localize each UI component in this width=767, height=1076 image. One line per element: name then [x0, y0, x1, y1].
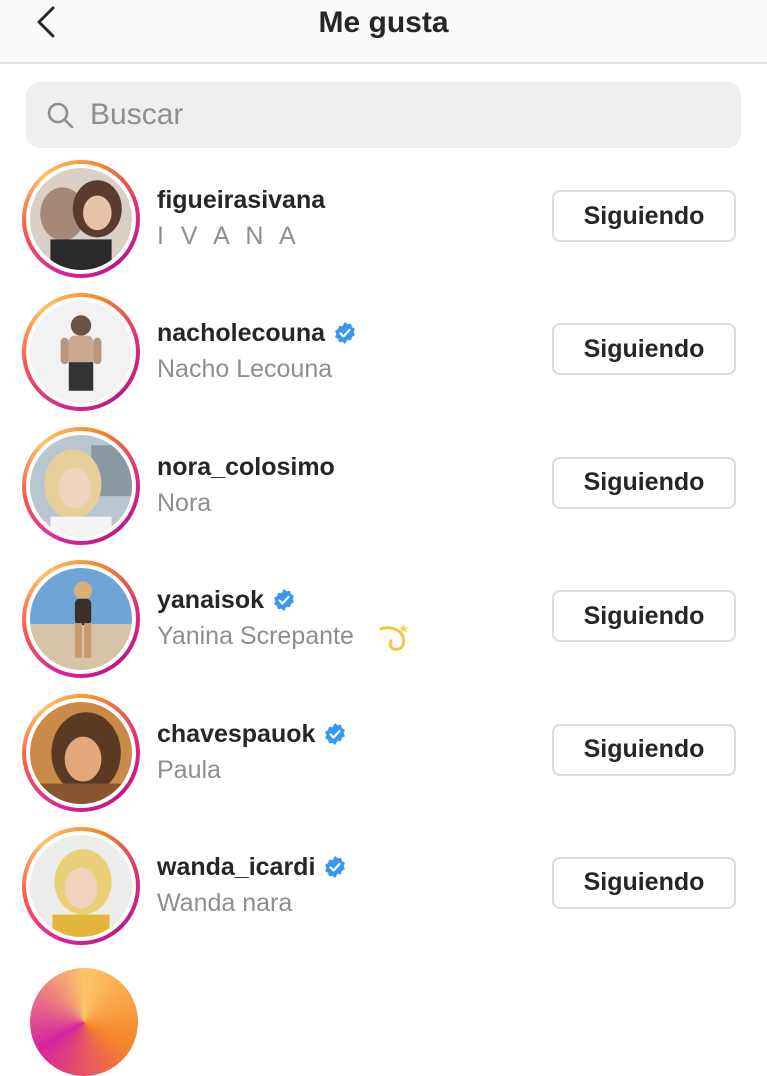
username[interactable]: nacholecouna — [157, 317, 357, 349]
full-name: Nora — [157, 488, 212, 517]
full-name: Paula — [157, 755, 221, 784]
avatar[interactable] — [22, 426, 140, 545]
following-button[interactable]: Siguiendo — [552, 723, 736, 776]
full-name: Nacho Lecouna — [157, 355, 333, 384]
dizzy-icon — [379, 623, 409, 651]
avatar-photo — [30, 701, 132, 804]
full-name: I V A N A — [157, 222, 301, 250]
list-item[interactable]: wanda_icardi Wanda nara Siguiendo — [0, 817, 767, 950]
avatar[interactable] — [22, 293, 140, 412]
avatar-photo — [30, 301, 132, 404]
avatar-photo — [30, 434, 132, 537]
username[interactable]: chavespauok — [157, 718, 347, 750]
avatar[interactable] — [22, 826, 140, 945]
avatar[interactable] — [30, 968, 138, 1076]
verified-badge-icon — [274, 589, 294, 612]
avatar[interactable] — [22, 693, 140, 812]
following-button[interactable]: Siguiendo — [552, 190, 736, 242]
avatar-photo — [30, 834, 132, 937]
following-button[interactable]: Siguiendo — [552, 456, 736, 509]
following-button[interactable]: Siguiendo — [552, 856, 736, 909]
avatar-photo — [30, 568, 132, 671]
search-bar[interactable] — [26, 82, 741, 148]
list-item[interactable]: nora_colosimo Nora Siguiendo — [0, 417, 767, 550]
username[interactable]: nora_colosimo — [157, 451, 335, 483]
avatar-photo — [30, 168, 132, 270]
page-title: Me gusta — [318, 6, 449, 39]
top-bar: Me gusta — [0, 0, 767, 64]
avatar[interactable] — [22, 160, 140, 278]
username[interactable]: figueirasivana — [157, 184, 325, 216]
list-item[interactable]: nacholecouna Nacho Lecouna Siguiendo — [0, 283, 767, 416]
verified-badge-icon — [325, 855, 346, 878]
likes-list: figueirasivana I V A N A Siguiendo nacho… — [0, 150, 767, 950]
verified-badge-icon — [335, 322, 355, 345]
avatar[interactable] — [22, 560, 140, 679]
following-button[interactable]: Siguiendo — [552, 323, 736, 376]
username[interactable]: wanda_icardi — [157, 851, 347, 883]
full-name: Yanina Screpante — [157, 618, 411, 654]
search-icon — [47, 102, 74, 129]
username[interactable]: yanaisok — [157, 584, 411, 616]
list-item[interactable]: yanaisok Yanina Screpante Siguiendo — [0, 550, 767, 683]
list-item[interactable]: chavespauok Paula Siguiendo — [0, 684, 767, 817]
following-button[interactable]: Siguiendo — [552, 590, 736, 643]
verified-badge-icon — [325, 722, 346, 745]
search-input[interactable] — [88, 97, 692, 133]
full-name: Wanda nara — [157, 888, 293, 917]
list-item[interactable]: figueirasivana I V A N A Siguiendo — [0, 150, 767, 283]
